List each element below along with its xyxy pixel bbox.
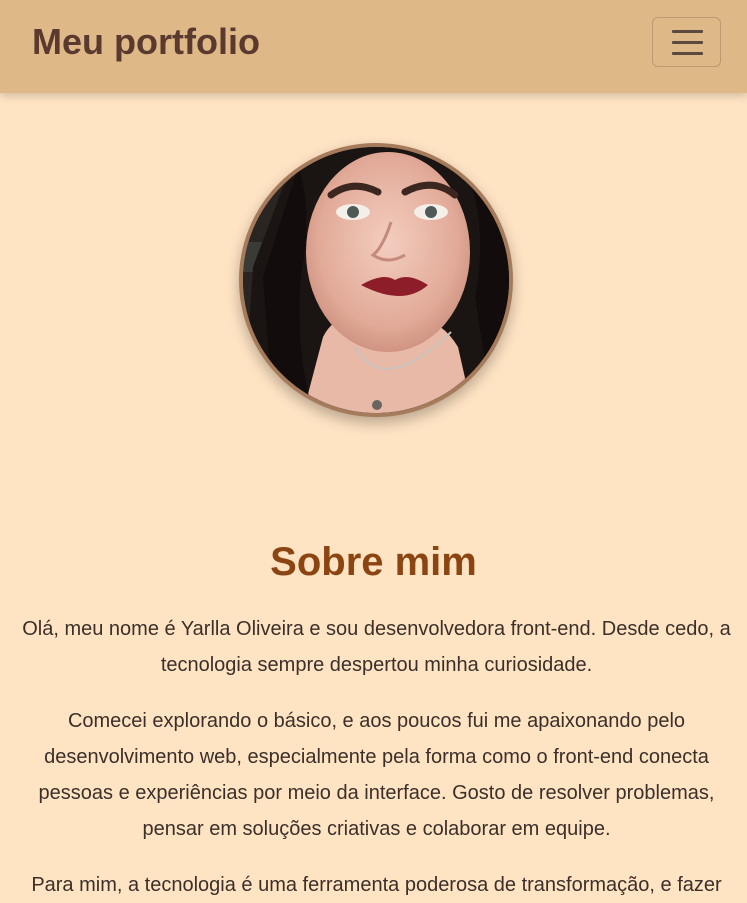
- about-title: Sobre mim: [270, 540, 477, 584]
- brand-link[interactable]: Meu portfolio: [32, 20, 260, 64]
- profile-photo: [239, 143, 513, 417]
- navbar: Meu portfolio: [0, 0, 747, 93]
- about-paragraph-2: Comecei explorando o básico, e aos pouco…: [38, 710, 715, 840]
- menu-toggle-button[interactable]: [652, 17, 721, 67]
- about-paragraph-3: Para mim, a tecnologia é uma ferramenta …: [31, 874, 722, 896]
- about-paragraph-1: Olá, meu nome é Yarlla Oliveira e sou de…: [22, 618, 731, 676]
- profile-photo-illustration: [243, 147, 509, 413]
